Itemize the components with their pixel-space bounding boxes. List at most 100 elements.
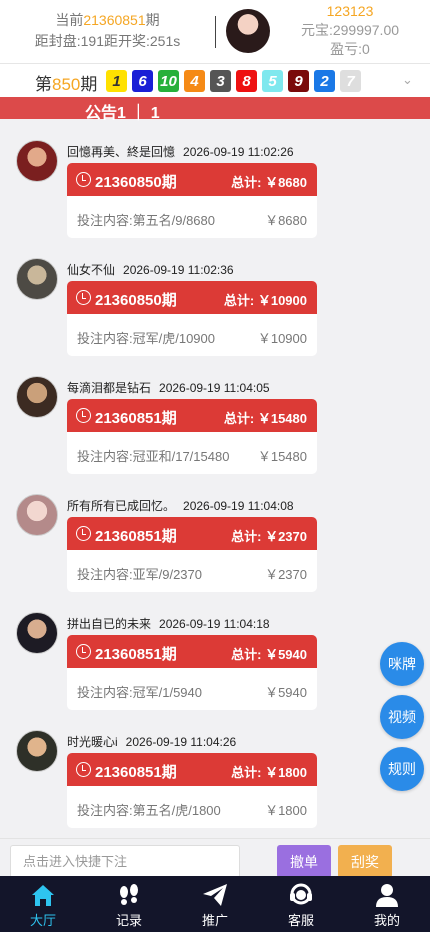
bet-card-body: 投注内容:冠军/1/5940 ￥5940 <box>67 668 317 710</box>
announcement-bar[interactable]: 公告1 ｜ 1 <box>0 97 430 122</box>
avatar[interactable] <box>16 258 58 300</box>
clock-icon <box>76 408 91 423</box>
scratch-button[interactable]: 刮奖 <box>338 845 392 878</box>
bet-post: 所有所有已成回忆。 2026-09-19 11:04:08 21360851期 总计:… <box>0 494 430 594</box>
tab-lobby[interactable]: 大厅 <box>0 876 86 932</box>
bet-issue: 21360851期 <box>95 410 177 427</box>
video-button[interactable]: 视频 <box>380 695 424 739</box>
bet-total: 总计: ￥2370 <box>231 529 307 544</box>
tab-support[interactable]: 客服 <box>258 876 344 932</box>
post-time: 2026-09-19 11:04:18 <box>159 617 270 631</box>
tab-mine[interactable]: 我的 <box>344 876 430 932</box>
post-meta: 所有所有已成回忆。 2026-09-19 11:04:08 <box>67 497 294 514</box>
bet-card-header: 21360851期 总计: ￥1800 <box>67 753 317 786</box>
quick-bet-input[interactable]: 点击进入快捷下注 <box>10 845 240 878</box>
chevron-down-icon[interactable]: ⌄ <box>402 72 413 88</box>
user-avatar[interactable] <box>226 9 270 53</box>
bet-amount: ￥5940 <box>265 685 307 700</box>
bottom-tab-bar: 大厅 记录 推广 客服 我的 <box>0 876 430 932</box>
avatar[interactable] <box>16 140 58 182</box>
bet-card-body: 投注内容:第五名/虎/1800 ￥1800 <box>67 786 317 828</box>
post-time: 2026-09-19 11:02:26 <box>183 145 294 159</box>
bet-card[interactable]: 21360851期 总计: ￥2370 投注内容:亚军/9/2370 ￥2370 <box>67 517 317 592</box>
result-balls: 1 6 10 4 3 8 5 9 2 7 <box>106 70 361 92</box>
bet-card-header: 21360850期 总计: ￥8680 <box>67 163 317 196</box>
result-ball: 9 <box>288 70 309 92</box>
bet-card[interactable]: 21360851期 总计: ￥5940 投注内容:冠军/1/5940 ￥5940 <box>67 635 317 710</box>
post-meta: 回憶再美、終是回憶 2026-09-19 11:02:26 <box>67 143 294 160</box>
header-divider <box>215 16 216 48</box>
result-ball: 6 <box>132 70 153 92</box>
current-label: 当前 <box>55 12 84 28</box>
rules-button[interactable]: 规则 <box>380 747 424 791</box>
avatar[interactable] <box>16 730 58 772</box>
bet-card-header: 21360851期 总计: ￥2370 <box>67 517 317 550</box>
bet-card-header: 21360850期 总计: ￥10900 <box>67 281 317 314</box>
issue-info: 当前21360851期 距封盘:191距开奖:251s <box>0 10 215 52</box>
period-number: 850 <box>52 75 81 94</box>
last-result-bar[interactable]: 第850期 1 6 10 4 3 8 5 9 2 7 ⌄ <box>0 63 430 97</box>
bet-post: 仙女不仙 2026-09-19 11:02:36 21360850期 总计: ￥109… <box>0 258 430 358</box>
tab-records[interactable]: 记录 <box>86 876 172 932</box>
username: 仙女不仙 <box>67 263 116 277</box>
post-meta: 仙女不仙 2026-09-19 11:02:36 <box>67 261 234 278</box>
user-id: 123123 <box>326 3 374 19</box>
username: 所有所有已成回忆。 <box>67 499 176 513</box>
tab-label: 记录 <box>115 913 142 928</box>
bet-card-header: 21360851期 总计: ￥5940 <box>67 635 317 668</box>
bet-issue: 21360851期 <box>95 646 177 663</box>
bet-post: 时光暖心i 2026-09-19 11:04:26 21360851期 总计: ￥18… <box>0 730 430 830</box>
tab-label: 客服 <box>287 913 314 928</box>
avatar[interactable] <box>16 612 58 654</box>
bet-card[interactable]: 21360850期 总计: ￥8680 投注内容:第五名/9/8680 ￥8680 <box>67 163 317 238</box>
bet-content: 投注内容:第五名/9/8680 <box>77 213 215 228</box>
bet-card[interactable]: 21360851期 总计: ￥1800 投注内容:第五名/虎/1800 ￥1800 <box>67 753 317 828</box>
peek-card-button[interactable]: 咪牌 <box>380 642 424 686</box>
bet-card-body: 投注内容:亚军/9/2370 ￥2370 <box>67 550 317 592</box>
headset-icon <box>290 883 312 905</box>
avatar[interactable] <box>16 494 58 536</box>
bet-card[interactable]: 21360850期 总计: ￥10900 投注内容:冠军/虎/10900 ￥10900 <box>67 281 317 356</box>
post-time: 2026-09-19 11:02:36 <box>123 263 234 277</box>
bet-content: 投注内容:冠亚和/17/15480 <box>77 449 230 464</box>
avatar[interactable] <box>16 376 58 418</box>
bet-total: 总计: ￥15480 <box>223 411 307 426</box>
bet-content: 投注内容:冠军/1/5940 <box>77 685 202 700</box>
current-issue: 21360851 <box>83 12 146 28</box>
result-period: 第850期 <box>35 70 97 95</box>
username: 每滴泪都是钻石 <box>67 381 152 395</box>
post-time: 2026-09-19 11:04:26 <box>125 735 237 749</box>
post-time: 2026-09-19 11:04:05 <box>159 381 270 395</box>
result-ball: 8 <box>236 70 257 92</box>
announcement-text: 公告1 ｜ 1 <box>85 105 160 122</box>
countdown: 距封盘:191距开奖:251s <box>34 33 181 49</box>
bet-card-body: 投注内容:冠军/虎/10900 ￥10900 <box>67 314 317 356</box>
current-suffix: 期 <box>145 12 160 28</box>
result-ball: 10 <box>158 70 179 92</box>
post-meta: 拼出自已的未来 2026-09-19 11:04:18 <box>67 615 270 632</box>
clock-icon <box>76 644 91 659</box>
post-meta: 每滴泪都是钻石 2026-09-19 11:04:05 <box>67 379 270 396</box>
footprint-icon <box>120 884 138 905</box>
tab-label: 推广 <box>201 913 228 928</box>
bet-card[interactable]: 21360851期 总计: ￥15480 投注内容:冠亚和/17/15480 ￥154… <box>67 399 317 474</box>
bet-total: 总计: ￥1800 <box>231 765 307 780</box>
tab-promote[interactable]: 推广 <box>172 876 258 932</box>
bet-amount: ￥1800 <box>265 803 307 818</box>
balance: 元宝:299997.00 <box>300 22 400 38</box>
result-ball: 3 <box>210 70 231 92</box>
quick-bet-bar: 点击进入快捷下注 撤单 刮奖 <box>0 838 430 878</box>
result-ball: 7 <box>340 70 361 92</box>
cancel-bet-button[interactable]: 撤单 <box>277 845 331 878</box>
bet-amount: ￥8680 <box>265 213 307 228</box>
bet-issue: 21360851期 <box>95 764 177 781</box>
result-ball: 5 <box>262 70 283 92</box>
clock-icon <box>76 762 91 777</box>
clock-icon <box>76 172 91 187</box>
username: 回憶再美、終是回憶 <box>67 145 176 159</box>
bet-total: 总计: ￥5940 <box>231 647 307 662</box>
bet-amount: ￥10900 <box>257 331 307 346</box>
tab-label: 大厅 <box>29 913 56 928</box>
post-time: 2026-09-19 11:04:08 <box>183 499 294 513</box>
bet-card-header: 21360851期 总计: ￥15480 <box>67 399 317 432</box>
